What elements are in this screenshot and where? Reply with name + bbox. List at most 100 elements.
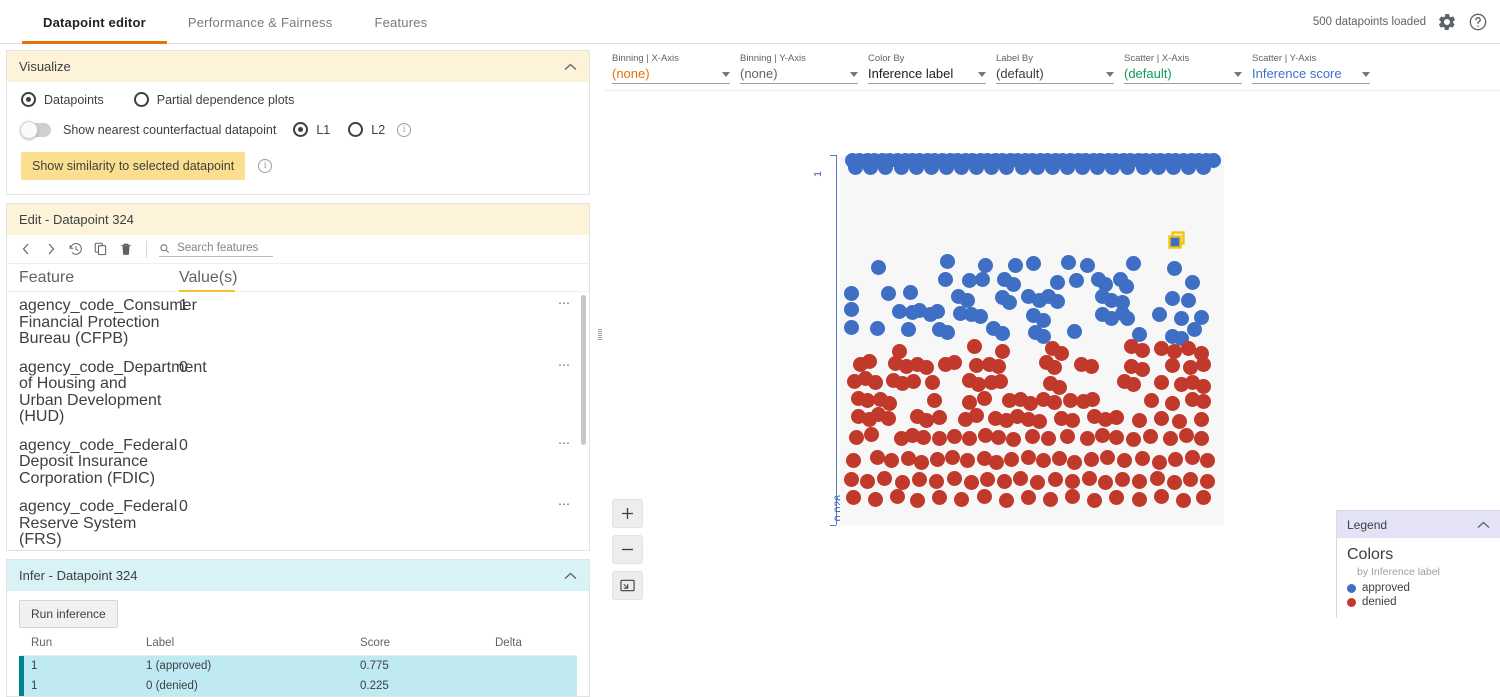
scatter-point[interactable] <box>932 410 947 425</box>
scatter-point[interactable] <box>1098 475 1113 490</box>
scatter-point[interactable] <box>1045 160 1060 175</box>
legend-header[interactable]: Legend <box>1337 511 1500 538</box>
scatter-point[interactable] <box>1030 160 1045 175</box>
scatter-point[interactable] <box>844 302 859 317</box>
scatter-plot-canvas[interactable] <box>840 155 1224 525</box>
scatter-point[interactable] <box>1152 455 1167 470</box>
panel-resize-handle[interactable] <box>596 44 604 618</box>
scatter-point[interactable] <box>1167 261 1182 276</box>
scatter-point[interactable] <box>914 455 929 470</box>
chevron-right-icon[interactable] <box>43 241 59 257</box>
scatter-point[interactable] <box>1043 492 1058 507</box>
scatter-point[interactable] <box>1126 256 1141 271</box>
feature-row[interactable]: agency_code_Department of Housing and Ur… <box>7 354 589 432</box>
scatter-point[interactable] <box>870 321 885 336</box>
scatter-point[interactable] <box>1126 432 1141 447</box>
scatter-point[interactable] <box>1135 362 1150 377</box>
scatter-point[interactable] <box>860 474 875 489</box>
scatter-point[interactable] <box>1109 430 1124 445</box>
scatter-point[interactable] <box>877 471 892 486</box>
scatter-point[interactable] <box>1052 451 1067 466</box>
scatter-point[interactable] <box>1132 474 1147 489</box>
scatter-point[interactable] <box>925 375 940 390</box>
scatter-point[interactable] <box>1006 432 1021 447</box>
scatter-point[interactable] <box>1120 160 1135 175</box>
history-revert-icon[interactable] <box>68 241 84 257</box>
show-similarity-button[interactable]: Show similarity to selected datapoint <box>21 152 245 180</box>
scatter-point[interactable] <box>960 453 975 468</box>
scatter-point[interactable] <box>993 374 1008 389</box>
scatter-point[interactable] <box>1041 431 1056 446</box>
scatter-point[interactable] <box>940 325 955 340</box>
scatter-point[interactable] <box>1179 428 1194 443</box>
scatter-point[interactable] <box>844 286 859 301</box>
scatter-point[interactable] <box>967 339 982 354</box>
scatter-point[interactable] <box>895 475 910 490</box>
scatter-point[interactable] <box>984 160 999 175</box>
radio-partial-dependence-plots[interactable] <box>134 92 149 107</box>
scatter-point[interactable] <box>1132 413 1147 428</box>
tab-performance-fairness[interactable]: Performance & Fairness <box>167 0 354 44</box>
scatter-point[interactable] <box>884 453 899 468</box>
edit-card-header[interactable]: Edit - Datapoint 324 <box>7 204 589 235</box>
scatter-point[interactable] <box>932 490 947 505</box>
scatter-point[interactable] <box>1181 160 1196 175</box>
scatter-point[interactable] <box>1163 431 1178 446</box>
scatter-point[interactable] <box>1165 358 1180 373</box>
selector-dropdown[interactable]: (default) <box>1124 66 1242 84</box>
scatter-point[interactable] <box>1200 453 1215 468</box>
scatter-point[interactable] <box>1185 450 1200 465</box>
scatter-point[interactable] <box>1117 453 1132 468</box>
chevron-left-icon[interactable] <box>18 241 34 257</box>
scatter-point[interactable] <box>969 160 984 175</box>
scatter-point[interactable] <box>903 285 918 300</box>
scatter-point[interactable] <box>954 160 969 175</box>
scatter-point[interactable] <box>1087 493 1102 508</box>
more-options-icon[interactable]: ⋯ <box>558 296 571 310</box>
scatter-point[interactable] <box>997 474 1012 489</box>
help-icon[interactable] <box>1468 12 1488 32</box>
scatter-point[interactable] <box>947 429 962 444</box>
scatter-point[interactable] <box>1054 346 1069 361</box>
scatter-point[interactable] <box>1109 490 1124 505</box>
scatter-point[interactable] <box>1167 475 1182 490</box>
scatter-point[interactable] <box>878 160 893 175</box>
scatter-point[interactable] <box>1154 411 1169 426</box>
scatter-point[interactable] <box>1200 474 1215 489</box>
scatter-point[interactable] <box>1100 450 1115 465</box>
scatter-point[interactable] <box>999 160 1014 175</box>
scatter-point[interactable] <box>995 344 1010 359</box>
scatter-point[interactable] <box>916 430 931 445</box>
scatter-point[interactable] <box>1080 431 1095 446</box>
scatter-point[interactable] <box>1013 471 1028 486</box>
scatter-point[interactable] <box>1165 291 1180 306</box>
scatter-point[interactable] <box>1061 255 1076 270</box>
gear-icon[interactable] <box>1437 12 1457 32</box>
copy-duplicate-icon[interactable] <box>93 241 109 257</box>
scatter-point[interactable] <box>938 272 953 287</box>
scatter-point[interactable] <box>1105 160 1120 175</box>
scatter-point[interactable] <box>910 493 925 508</box>
feature-list-scrollbar[interactable] <box>581 295 586 445</box>
chevron-down-icon[interactable] <box>850 72 858 77</box>
scatter-point[interactable] <box>1185 275 1200 290</box>
selector-dropdown[interactable]: Inference score <box>1252 66 1370 84</box>
scatter-point[interactable] <box>871 260 886 275</box>
scatter-point[interactable] <box>1021 450 1036 465</box>
scatter-point[interactable] <box>962 431 977 446</box>
scatter-point[interactable] <box>901 322 916 337</box>
scatter-point[interactable] <box>977 489 992 504</box>
scatter-point[interactable] <box>1196 394 1211 409</box>
scatter-point[interactable] <box>1152 307 1167 322</box>
scatter-point[interactable] <box>1060 429 1075 444</box>
feature-row[interactable]: agency_code_Federal Deposit Insurance Co… <box>7 432 589 494</box>
scatter-point[interactable] <box>1015 160 1030 175</box>
reset-zoom-button[interactable] <box>612 571 643 600</box>
scatter-point[interactable] <box>999 493 1014 508</box>
scatter-point[interactable] <box>870 450 885 465</box>
scatter-point[interactable] <box>1069 273 1084 288</box>
chevron-up-icon[interactable] <box>564 61 577 73</box>
similarity-info-icon[interactable]: i <box>258 159 272 173</box>
scatter-point[interactable] <box>977 391 992 406</box>
scatter-point[interactable] <box>1048 472 1063 487</box>
